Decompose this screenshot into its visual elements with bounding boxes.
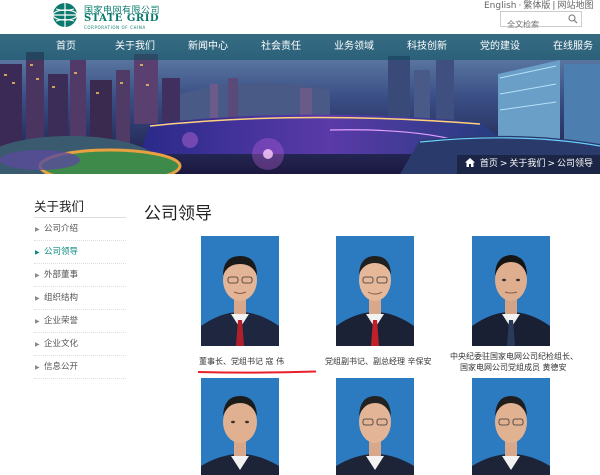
portrait-image bbox=[336, 378, 414, 475]
english-link[interactable]: English bbox=[484, 1, 517, 11]
search-input[interactable] bbox=[501, 17, 567, 32]
leader-photo[interactable] bbox=[201, 378, 279, 475]
nav-about-us[interactable]: 关于我们 bbox=[115, 34, 155, 60]
breadcrumb-home[interactable]: 首页 bbox=[480, 159, 498, 169]
nav-social-responsibility[interactable]: 社会责任 bbox=[261, 34, 301, 60]
leader-photo[interactable] bbox=[336, 378, 414, 475]
arrow-right-icon: ▶ bbox=[35, 226, 40, 233]
main-nav: 首页 关于我们 新闻中心 社会责任 业务领域 科技创新 党的建设 在线服务 bbox=[0, 34, 600, 60]
leader-photo[interactable] bbox=[472, 236, 550, 346]
search-box bbox=[500, 11, 582, 32]
search-icon[interactable] bbox=[568, 14, 578, 24]
leader-photo[interactable] bbox=[336, 236, 414, 346]
arrow-right-icon: ▶ bbox=[35, 318, 40, 325]
banner: 首页 关于我们 新闻中心 社会责任 业务领域 科技创新 党的建设 在线服务 首页… bbox=[0, 34, 600, 174]
logo[interactable]: 国家电网有限公司 STATE GRID CORPORATION OF CHINA bbox=[52, 2, 172, 32]
sidebar-item-label: 企业荣誉 bbox=[44, 316, 79, 326]
arrow-right-icon: ▶ bbox=[35, 272, 40, 279]
state-grid-logo-icon bbox=[52, 3, 78, 27]
sidebar-item-disclosure[interactable]: ▶ 信息公开 bbox=[34, 356, 126, 379]
arrow-right-icon: ▶ bbox=[35, 341, 40, 348]
nav-online-service[interactable]: 在线服务 bbox=[553, 34, 593, 60]
leader-caption: 党组副书记、副总经理 辛保安 bbox=[325, 357, 432, 366]
leader-caption: 国家电网公司党组成员 黄德安 bbox=[460, 363, 567, 372]
nav-home[interactable]: 首页 bbox=[56, 34, 76, 60]
sidebar-item-label: 公司领导 bbox=[44, 247, 79, 257]
sidebar-item-honors[interactable]: ▶ 企业荣誉 bbox=[34, 310, 126, 333]
sidebar-title: 关于我们 bbox=[34, 196, 126, 218]
site-header: 国家电网有限公司 STATE GRID CORPORATION OF CHINA… bbox=[0, 0, 600, 34]
portrait-image bbox=[201, 236, 279, 346]
nav-business[interactable]: 业务领域 bbox=[334, 34, 374, 60]
sidebar-item-org-structure[interactable]: ▶ 组织结构 bbox=[34, 287, 126, 310]
nav-news-center[interactable]: 新闻中心 bbox=[188, 34, 228, 60]
sidebar: 关于我们 ▶ 公司介绍 ▶ 公司领导 ▶ 外部董事 ▶ 组织结构 ▶ 企业荣誉 ▶ 企业文化… bbox=[34, 196, 126, 379]
arrow-right-icon: ▶ bbox=[35, 364, 40, 371]
sidebar-item-external-directors[interactable]: ▶ 外部董事 bbox=[34, 264, 126, 287]
traditional-chinese-link[interactable]: 繁体版 bbox=[523, 1, 550, 11]
portrait-image bbox=[336, 236, 414, 346]
sidebar-item-label: 信息公开 bbox=[44, 362, 79, 372]
logo-english-name: STATE GRID bbox=[84, 13, 160, 24]
leader-photo[interactable] bbox=[472, 378, 550, 475]
nav-party-building[interactable]: 党的建设 bbox=[480, 34, 520, 60]
sidebar-item-label: 外部董事 bbox=[44, 270, 79, 280]
logo-subtitle: CORPORATION OF CHINA bbox=[84, 25, 146, 30]
page-title: 公司领导 bbox=[144, 204, 212, 224]
home-icon bbox=[464, 158, 475, 167]
breadcrumb-separator: > bbox=[547, 159, 555, 169]
language-links: English · 繁体版 | 网站地图 bbox=[484, 1, 594, 11]
sidebar-item-company-intro[interactable]: ▶ 公司介绍 bbox=[34, 218, 126, 241]
sidebar-item-company-leaders[interactable]: ▶ 公司领导 bbox=[34, 241, 126, 264]
breadcrumb-separator: > bbox=[499, 159, 508, 169]
sidebar-item-label: 企业文化 bbox=[44, 339, 79, 349]
arrow-right-icon: ▶ bbox=[35, 249, 40, 256]
breadcrumb-about-us[interactable]: 关于我们 bbox=[509, 159, 545, 169]
sidebar-item-label: 组织结构 bbox=[44, 293, 79, 303]
breadcrumb: 首页 > 关于我们 > 公司领导 bbox=[456, 155, 600, 174]
leader-caption: 董事长、党组书记 寇 伟 bbox=[199, 357, 285, 366]
arrow-right-icon: ▶ bbox=[35, 295, 40, 302]
red-underline-annotation bbox=[197, 370, 317, 374]
portrait-image bbox=[472, 236, 550, 346]
sidebar-item-culture[interactable]: ▶ 企业文化 bbox=[34, 333, 126, 356]
portrait-image bbox=[201, 378, 279, 475]
sidebar-item-label: 公司介绍 bbox=[44, 224, 79, 234]
leader-caption: 中央纪委驻国家电网公司纪检组长、 bbox=[450, 352, 578, 361]
breadcrumb-current: 公司领导 bbox=[556, 159, 593, 169]
portrait-image bbox=[472, 378, 550, 475]
leader-photo[interactable] bbox=[201, 236, 279, 346]
nav-innovation[interactable]: 科技创新 bbox=[407, 34, 447, 60]
sitemap-link[interactable]: 网站地图 bbox=[557, 1, 593, 11]
